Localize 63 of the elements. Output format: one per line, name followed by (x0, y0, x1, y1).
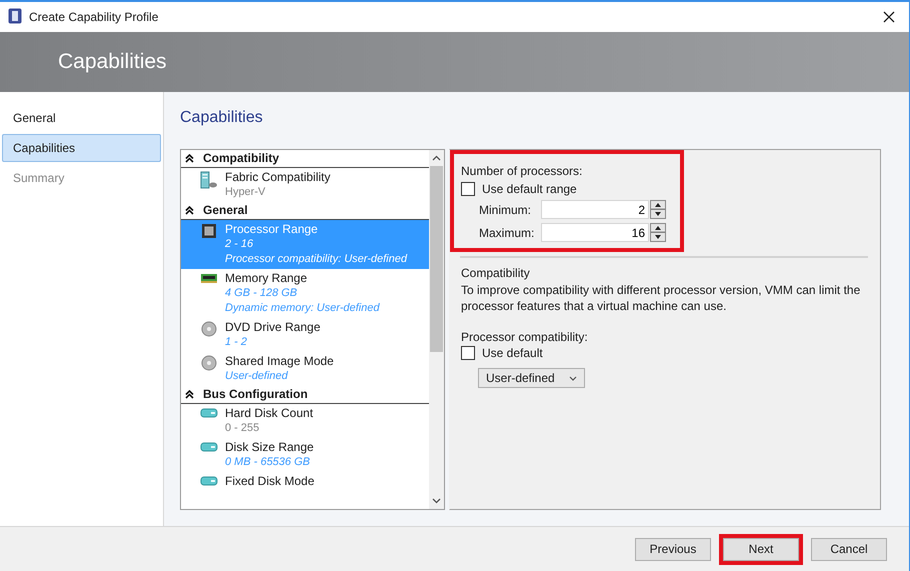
checkbox[interactable]: Use default range (461, 182, 666, 196)
item-name: Fabric Compatibility (225, 170, 330, 185)
item-name: DVD Drive Range (225, 320, 320, 335)
disc-icon (199, 354, 219, 371)
disk-drive-icon (199, 474, 219, 487)
item-name: Memory Range (225, 271, 308, 286)
capability-item[interactable]: Disk Size Range 0 MB - 65536 GB (181, 438, 429, 472)
field-label: Minimum: (479, 202, 532, 218)
maximum-field[interactable]: 16 (541, 223, 649, 242)
processor-chip-icon (199, 222, 219, 239)
spin-buttons-icon[interactable] (650, 223, 666, 242)
item-detail: 0 - 255 (225, 421, 260, 436)
capability-item[interactable]: Fixed Disk Mode (181, 472, 429, 491)
item-name: Shared Image Mode (225, 354, 334, 369)
item-detail: 2 - 16 (225, 237, 254, 252)
item-name: Disk Size Range (225, 440, 314, 455)
close-icon[interactable] (883, 11, 895, 23)
description-text: To improve compatibility with different processor version, VMM can limit the processor features that a virtual machine can use. (461, 282, 862, 314)
item-detail: Hyper-V (225, 185, 266, 200)
server-icon (199, 170, 219, 189)
app-icon (8, 8, 22, 26)
wizard-button[interactable]: Next (723, 538, 799, 560)
capability-item[interactable]: Fabric Compatibility Hyper-V (181, 168, 429, 202)
nav-item[interactable]: General (2, 104, 161, 132)
window-title: Create Capability Profile (29, 10, 158, 24)
field-label: Maximum: (479, 224, 533, 242)
item-name: Fixed Disk Mode (225, 474, 314, 489)
item-detail: 4 GB - 128 GB (225, 286, 298, 301)
wizard-button[interactable]: Cancel (811, 538, 887, 560)
collapse-toggle[interactable] (183, 152, 195, 164)
collapse-toggle[interactable] (183, 388, 195, 400)
compatibility-dropdown[interactable]: User-defined (478, 368, 585, 388)
capability-item[interactable]: DVD Drive Range 1 - 2 (181, 318, 429, 352)
scrollbar-thumb[interactable] (430, 166, 443, 352)
memory-module-icon (199, 271, 219, 284)
checkbox[interactable]: Use default (461, 346, 868, 360)
wizard-button[interactable]: Previous (635, 538, 711, 560)
spin-buttons-icon[interactable] (650, 200, 666, 219)
group-header: Compatibility (203, 150, 280, 167)
group-header: General (203, 202, 248, 219)
caret-icon (568, 374, 577, 382)
collapse-toggle[interactable] (183, 204, 195, 216)
minimum-field[interactable]: 2 (541, 200, 649, 219)
field-label: Number of processors: (461, 164, 584, 178)
disk-drive-icon (199, 440, 219, 453)
capability-item[interactable]: Shared Image Mode User-defined (181, 352, 429, 386)
section-heading: Compatibility (461, 266, 531, 280)
disc-icon (199, 320, 219, 337)
capability-item[interactable]: Memory Range 4 GB - 128 GB Dynamic memory: User-defined (181, 269, 429, 318)
capability-item[interactable]: Hard Disk Count 0 - 255 (181, 404, 429, 438)
nav-item[interactable]: Capabilities (2, 134, 161, 162)
group-header: Bus Configuration (203, 386, 308, 403)
item-detail: 0 MB - 65536 GB (225, 455, 311, 470)
disk-drive-icon (199, 406, 219, 419)
item-detail: 1 - 2 (225, 335, 248, 350)
field-label: Processor compatibility: (461, 330, 589, 344)
item-name: Processor Range (225, 222, 319, 237)
item-detail: Dynamic memory: User-defined (225, 301, 380, 316)
item-detail: Processor compatibility: User-defined (225, 252, 407, 267)
section-title: Capabilities (180, 109, 264, 127)
item-detail: User-defined (225, 369, 289, 384)
item-name: Hard Disk Count (225, 406, 314, 421)
page-header-title: Capabilities (58, 50, 167, 74)
